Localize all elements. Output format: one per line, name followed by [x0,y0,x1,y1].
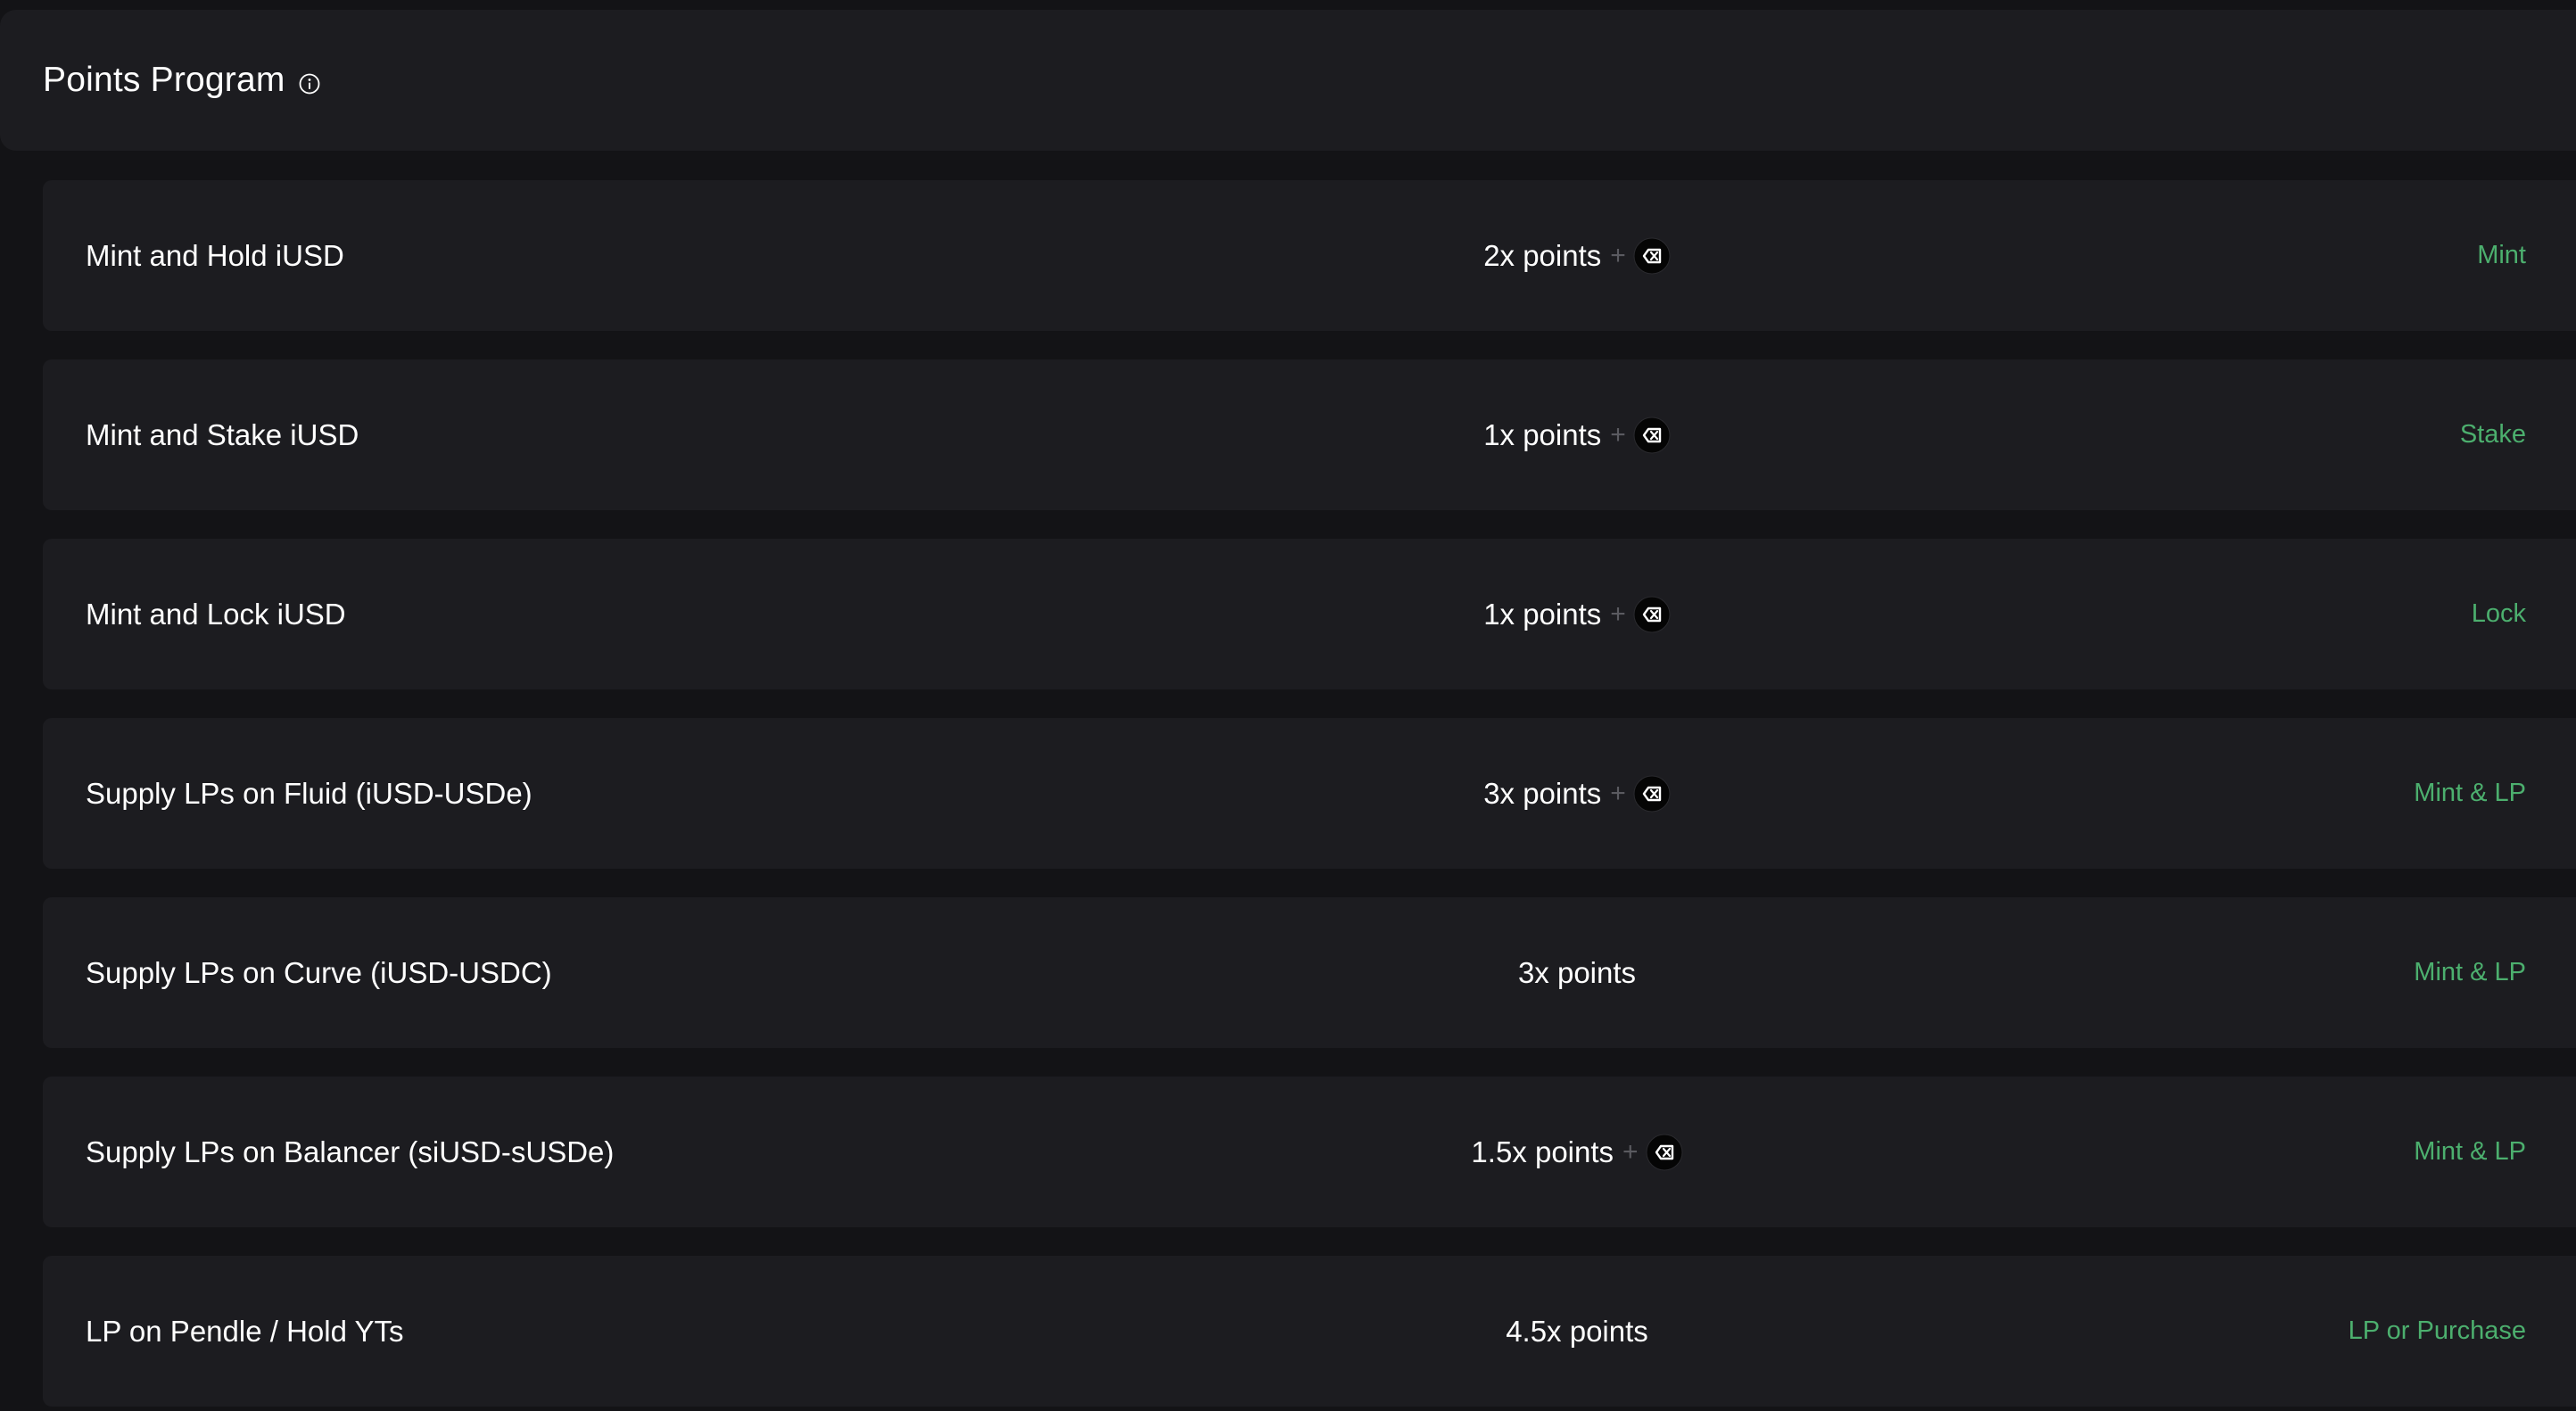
points-group: 2x points + [1483,237,1671,275]
mint-and-lp-button[interactable]: Mint & LP [2414,718,2526,869]
row-title: Mint and Lock iUSD [86,597,346,631]
program-row-mint-stake: Mint and Stake iUSD 1x points + Stake [43,359,2576,510]
row-points-cell: 2x points + [43,180,2576,331]
lock-button[interactable]: Lock [2472,539,2526,689]
plus-sign: + [1622,1136,1639,1167]
partner-token-icon [1633,775,1671,813]
page-title: Points Program [43,61,285,99]
program-row-fluid-lp: Supply LPs on Fluid (iUSD-USDe) 3x point… [43,718,2576,869]
points-group: 4.5x points [1506,1315,1648,1349]
row-title: Supply LPs on Curve (iUSD-USDC) [86,955,552,989]
points-program-header: Points Program [0,10,2576,151]
plus-sign: + [1610,778,1626,808]
points-label: 3x points [1517,955,1637,989]
program-row-pendle: LP on Pendle / Hold YTs 4.5x points LP o… [43,1256,2576,1407]
points-program-page: Points Program Mint and Hold iUSD 2x poi… [0,0,2576,1411]
row-points-cell: 1x points + [43,539,2576,689]
plus-sign: + [1610,598,1626,629]
points-group: 1x points + [1483,417,1671,454]
points-label: 1x points [1483,417,1602,451]
row-title: Supply LPs on Fluid (iUSD-USDe) [86,776,533,810]
mint-and-lp-button[interactable]: Mint & LP [2414,1077,2526,1227]
points-group: 1.5x points + [1471,1134,1683,1171]
partner-token-icon [1633,237,1671,275]
points-label: 1x points [1483,597,1602,631]
stake-button[interactable]: Stake [2460,359,2526,510]
points-group: 3x points + [1483,775,1671,813]
row-points-cell: 4.5x points [43,1256,2576,1407]
program-row-mint-lock: Mint and Lock iUSD 1x points + Lock [43,539,2576,689]
info-icon[interactable] [298,72,321,95]
partner-token-icon [1633,417,1671,454]
mint-and-lp-button[interactable]: Mint & LP [2414,897,2526,1048]
program-row-balancer-lp: Supply LPs on Balancer (siUSD-sUSDe) 1.5… [43,1077,2576,1227]
partner-token-icon [1633,596,1671,633]
mint-button[interactable]: Mint [2477,180,2526,331]
plus-sign: + [1610,240,1626,270]
lp-or-purchase-button[interactable]: LP or Purchase [2349,1256,2526,1407]
plus-sign: + [1610,419,1626,450]
row-title: Mint and Hold iUSD [86,238,344,272]
points-label: 4.5x points [1506,1314,1648,1348]
program-row-curve-lp: Supply LPs on Curve (iUSD-USDC) 3x point… [43,897,2576,1048]
row-title: Supply LPs on Balancer (siUSD-sUSDe) [86,1135,615,1168]
partner-token-icon [1646,1134,1683,1171]
points-program-list: Mint and Hold iUSD 2x points + Mint Mint… [43,180,2576,1411]
points-group: 1x points + [1483,596,1671,633]
program-row-mint-hold: Mint and Hold iUSD 2x points + Mint [43,180,2576,331]
row-points-cell: 1x points + [43,359,2576,510]
points-label: 2x points [1483,238,1602,272]
row-title: LP on Pendle / Hold YTs [86,1314,404,1348]
points-group: 3x points [1518,956,1636,990]
points-label: 3x points [1483,776,1602,810]
points-label: 1.5x points [1471,1135,1614,1168]
row-title: Mint and Stake iUSD [86,417,359,451]
